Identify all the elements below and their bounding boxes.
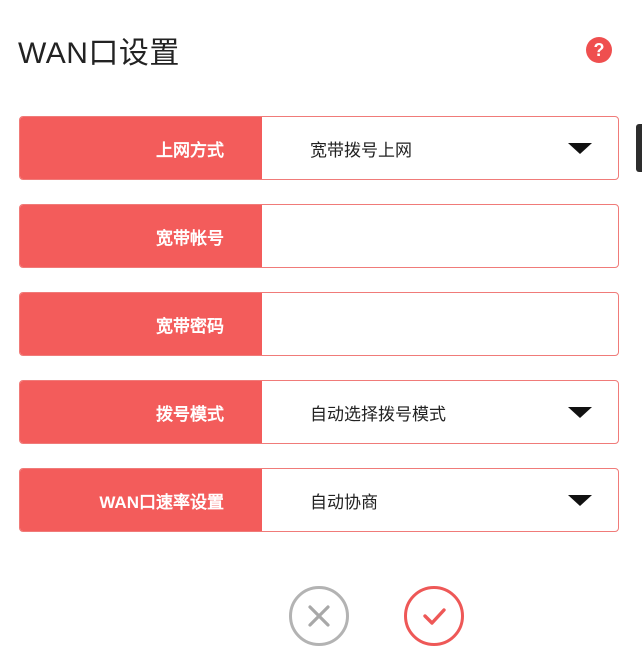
dialog-title: WAN口设置 (18, 37, 180, 70)
account-row: 宽带帐号 (19, 204, 619, 268)
wan-speed-label: WAN口速率设置 (20, 469, 262, 531)
connection-type-select[interactable]: 宽带拨号上网 (262, 117, 618, 179)
connection-type-label: 上网方式 (20, 117, 262, 179)
close-icon (308, 605, 330, 627)
dial-mode-row: 拨号模式 自动选择拨号模式 (19, 380, 619, 444)
checkmark-icon (423, 608, 446, 625)
dial-mode-select[interactable]: 自动选择拨号模式 (262, 381, 618, 443)
account-label: 宽带帐号 (20, 205, 262, 267)
caret-down-icon[interactable] (568, 407, 592, 418)
wan-speed-select[interactable]: 自动协商 (262, 469, 618, 531)
wan-speed-value: 自动协商 (310, 492, 378, 512)
password-input[interactable] (262, 293, 618, 355)
wan-speed-row: WAN口速率设置 自动协商 (19, 468, 619, 532)
password-label: 宽带密码 (20, 293, 262, 355)
password-row: 宽带密码 (19, 292, 619, 356)
confirm-button[interactable] (404, 586, 464, 646)
caret-down-icon[interactable] (568, 143, 592, 154)
caret-down-icon[interactable] (568, 495, 592, 506)
dial-mode-label: 拨号模式 (20, 381, 262, 443)
wan-settings-dialog: WAN口设置 ? 上网方式 宽带拨号上网 宽带帐号 宽带密码 拨号模式 自动选择… (0, 0, 642, 650)
account-input[interactable] (262, 205, 618, 267)
dial-mode-value: 自动选择拨号模式 (310, 404, 446, 424)
account-field-wrap (262, 205, 618, 267)
help-icon[interactable]: ? (586, 37, 612, 63)
connection-type-value: 宽带拨号上网 (310, 140, 412, 160)
side-edge-handle (636, 124, 642, 172)
connection-type-row: 上网方式 宽带拨号上网 (19, 116, 619, 180)
cancel-button[interactable] (289, 586, 349, 646)
password-field-wrap (262, 293, 618, 355)
